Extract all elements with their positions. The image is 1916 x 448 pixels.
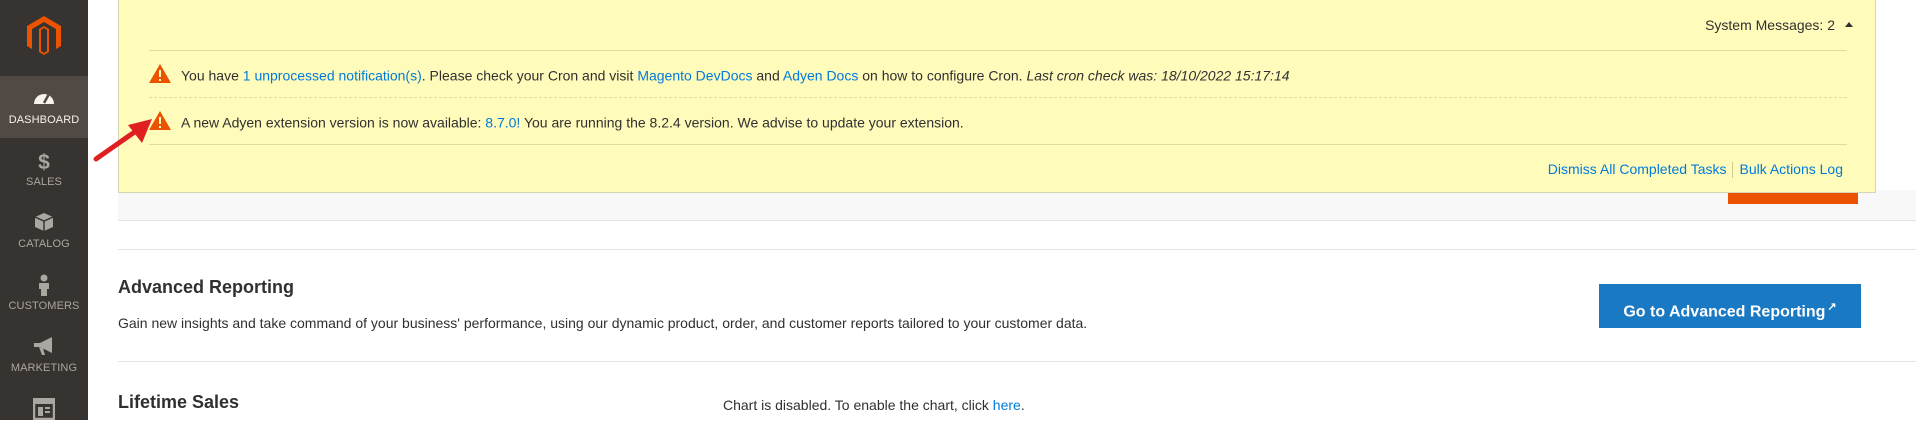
sidebar-item-dashboard[interactable]: DASHBOARD	[0, 76, 88, 138]
button-label: Go to Advanced Reporting	[1623, 303, 1826, 321]
chart-disabled-text: Chart is disabled. To enable the chart, …	[723, 397, 993, 413]
chart-disabled-notice: Chart is disabled. To enable the chart, …	[723, 397, 1025, 413]
external-link-icon: ↗	[1827, 301, 1837, 313]
message-text: You are running the 8.2.4 version. We ad…	[520, 114, 964, 131]
lifetime-sales-title: Lifetime Sales	[118, 392, 240, 412]
enable-chart-link[interactable]: here	[993, 397, 1021, 413]
sidebar-item-marketing[interactable]: MARKETING	[0, 324, 88, 386]
sidebar-item-catalog[interactable]: CATALOG	[0, 200, 88, 262]
message-text: You have	[181, 67, 243, 84]
dashboard-icon	[0, 88, 88, 110]
magento-logo-icon[interactable]	[0, 0, 88, 75]
system-messages-actions: Dismiss All Completed Tasks Bulk Actions …	[1548, 161, 1843, 179]
message-text: A new Adyen extension version is now ava…	[181, 114, 486, 131]
system-message-adyen-update: A new Adyen extension version is now ava…	[149, 111, 964, 135]
sidebar-item-customers[interactable]: CUSTOMERS	[0, 262, 88, 324]
warning-icon	[149, 64, 171, 86]
divider	[149, 144, 1847, 145]
page-actions-strip	[118, 190, 1916, 221]
adyen-docs-link[interactable]: Adyen Docs	[783, 68, 858, 84]
unprocessed-notifications-link[interactable]: 1 unprocessed notification(s)	[243, 68, 422, 84]
bulk-actions-log-link[interactable]: Bulk Actions Log	[1739, 161, 1843, 177]
sidebar-item-sales[interactable]: $ SALES	[0, 138, 88, 200]
sidebar-item-label: CATALOG	[18, 238, 70, 250]
sidebar-item-content[interactable]	[0, 386, 88, 448]
system-messages-panel: System Messages: 2 You have 1 unprocesse…	[118, 0, 1876, 193]
sidebar-item-label: SALES	[26, 176, 62, 188]
adyen-version-link[interactable]: 8.7.0!	[485, 115, 520, 131]
system-messages-count: System Messages: 2	[1705, 17, 1835, 33]
content-icon	[0, 398, 88, 420]
person-icon	[0, 274, 88, 296]
dollar-icon: $	[0, 150, 88, 172]
message-text: . Please check your Cron and visit	[421, 67, 638, 84]
chart-disabled-tail: .	[1020, 397, 1025, 413]
sidebar-item-label: MARKETING	[10, 362, 78, 374]
box-icon	[0, 212, 88, 234]
system-message-cron: You have 1 unprocessed notification(s). …	[149, 64, 1290, 88]
dismiss-all-completed-tasks-link[interactable]: Dismiss All Completed Tasks	[1548, 161, 1727, 177]
megaphone-icon	[0, 336, 88, 358]
advanced-reporting-title: Advanced Reporting	[118, 277, 295, 297]
caret-up-icon	[1845, 21, 1853, 27]
sidebar-item-label: DASHBOARD	[8, 114, 80, 126]
divider	[149, 97, 1847, 98]
sidebar-item-label: CUSTOMERS	[8, 300, 80, 312]
separator	[1732, 162, 1734, 179]
divider	[118, 361, 1916, 362]
magento-devdocs-link[interactable]: Magento DevDocs	[637, 68, 752, 84]
last-cron-check: Last cron check was: 18/10/2022 15:17:14	[1026, 67, 1290, 84]
annotation-arrow-icon	[93, 119, 152, 162]
go-to-advanced-reporting-button[interactable]: Go to Advanced Reporting ↗	[1599, 284, 1861, 328]
message-text: on how to configure Cron.	[858, 67, 1027, 84]
system-messages-toggle[interactable]: System Messages: 2	[1705, 17, 1853, 33]
divider	[118, 249, 1916, 250]
svg-text:$: $	[38, 151, 50, 172]
advanced-reporting-description: Gain new insights and take command of yo…	[118, 315, 1088, 331]
admin-sidebar: DASHBOARD $ SALES CATALOG CUSTOMERS MARK…	[0, 0, 88, 420]
divider	[149, 50, 1847, 51]
message-text: and	[752, 67, 783, 84]
